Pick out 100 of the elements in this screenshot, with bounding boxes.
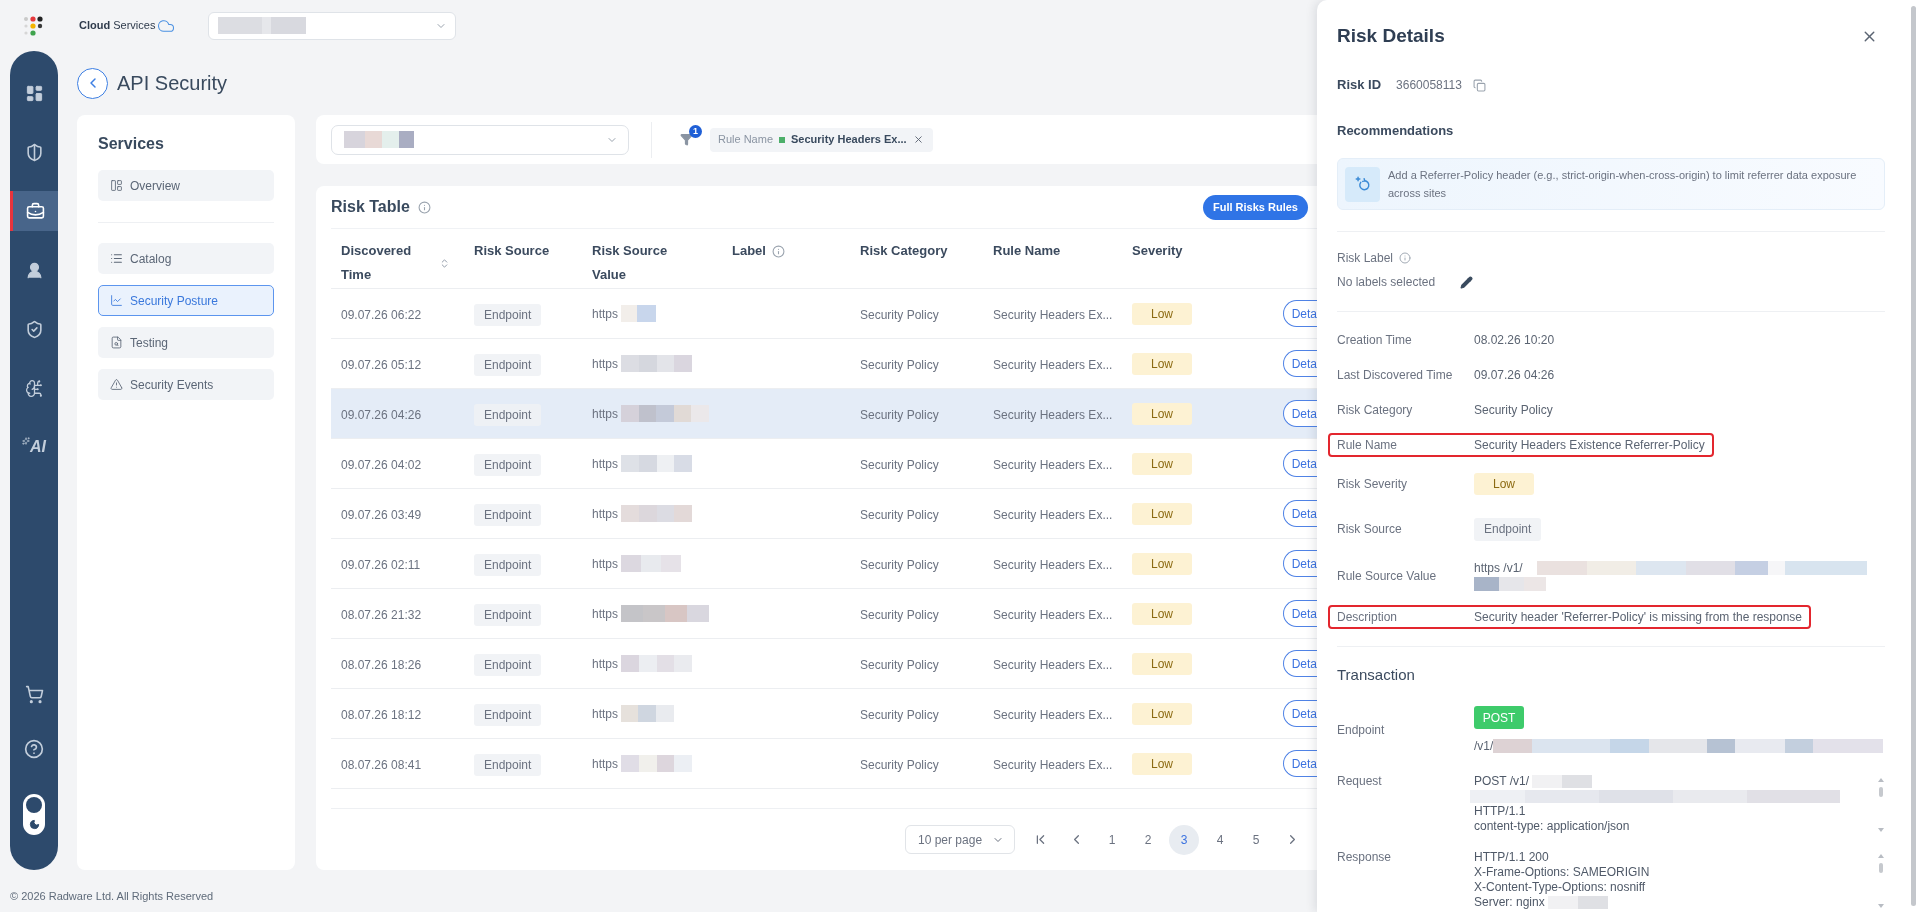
timestamp-text: 09.07.26 03:49 [341, 507, 422, 522]
details-button[interactable]: Deta [1282, 650, 1317, 677]
risk-category-text: Security Policy [860, 457, 939, 472]
severity-badge: Low [1132, 552, 1192, 575]
nav-button[interactable] [10, 191, 58, 231]
timestamp-text: 09.07.26 02:11 [341, 557, 421, 572]
scroll-down-icon[interactable] [1878, 828, 1884, 832]
dashboard-icon [24, 83, 44, 103]
field-value: Security header 'Referrer-Policy' is missing from the response [1474, 608, 1803, 626]
scrollbar-thumb[interactable] [1911, 6, 1916, 906]
rule-name-text: Security Headers Ex... [993, 357, 1113, 372]
theme-toggle[interactable] [23, 794, 45, 835]
field-value: 08.02.26 10:20 [1474, 331, 1555, 349]
chip-value: Security Headers Ex... [791, 132, 907, 148]
field-label: Risk Source [1337, 521, 1403, 538]
info-icon [1399, 252, 1412, 264]
risk-id-value: 3660058113 [1396, 77, 1462, 94]
page-button[interactable]: 4 [1205, 824, 1235, 855]
field-value: No labels selected [1337, 274, 1436, 291]
details-button[interactable]: Deta [1282, 500, 1317, 527]
page-button[interactable]: 2 [1133, 824, 1163, 855]
url-text: https [592, 355, 618, 373]
logo-text: Cloud Services [79, 18, 156, 34]
back-button[interactable] [77, 67, 108, 99]
briefcase-icon [26, 201, 45, 221]
page-button[interactable]: 1 [1097, 824, 1127, 855]
column-header: Risk Category [860, 242, 948, 260]
severity-badge: Low [1132, 702, 1192, 725]
recommendation-text: Add a Referrer-Policy header (e.g., strict-origin-when-cross-origin) to limit referrer data exposure across sites [1388, 168, 1858, 201]
scroll-thumb[interactable] [1879, 787, 1883, 797]
details-button[interactable]: Deta [1282, 450, 1317, 477]
details-button[interactable]: Deta [1282, 400, 1317, 427]
source-tag: Endpoint [474, 553, 542, 576]
service-nav-item[interactable]: Overview [98, 170, 274, 201]
severity-badge: Low [1132, 452, 1192, 475]
code-line: HTTP/1.1 [1474, 804, 1526, 819]
column-header: Risk Source [474, 242, 550, 260]
page-button[interactable]: 3 [1169, 824, 1199, 855]
scroll-thumb[interactable] [1879, 863, 1883, 873]
service-nav-item[interactable]: Testing [98, 327, 274, 358]
method-badge: POST [1474, 706, 1524, 729]
rule-name-text: Security Headers Ex... [993, 707, 1113, 722]
rule-name-text: Security Headers Ex... [993, 457, 1113, 472]
filter-button[interactable] [679, 131, 693, 148]
severity-badge: Low [1132, 352, 1192, 375]
page-size-select[interactable]: 10 per page [905, 825, 1015, 854]
remove-filter-button[interactable] [912, 133, 925, 146]
file-search-icon [110, 336, 123, 349]
field-value: https /v1/ [1474, 559, 1523, 577]
url-text: https [592, 505, 618, 523]
severity-badge: Low [1132, 302, 1192, 325]
column-header: Rule Name [993, 242, 1061, 260]
rule-name-text: Security Headers Ex... [993, 407, 1113, 422]
nav-button[interactable]: AI [10, 427, 58, 467]
line-chart-icon [110, 294, 123, 307]
scroll-up-icon[interactable] [1878, 778, 1884, 782]
full-risks-rules-button[interactable]: Full Risks Rules [1203, 194, 1308, 220]
field-label: Rule Name [1337, 436, 1399, 454]
service-nav-item[interactable]: Security Posture [98, 285, 274, 316]
panel-title: Services [98, 134, 165, 154]
field-label: Risk Category [1337, 401, 1414, 419]
field-value: Security Headers Existence Referrer-Policy [1474, 436, 1705, 454]
url-text: https [592, 755, 618, 773]
copy-button[interactable] [1471, 77, 1487, 93]
page-title: API Security [117, 71, 228, 96]
service-nav-item[interactable]: Security Events [98, 369, 274, 400]
details-button[interactable]: Deta [1282, 700, 1317, 727]
help-icon [24, 739, 44, 759]
code-line: X-Frame-Options: SAMEORIGIN [1474, 865, 1650, 880]
count-badge: 1 [689, 124, 702, 138]
details-button[interactable]: Deta [1282, 550, 1317, 577]
details-button[interactable]: Deta [1282, 750, 1317, 777]
sort-icon[interactable] [439, 258, 450, 269]
field-label: Endpoint [1337, 722, 1386, 739]
column-header: Label [732, 242, 766, 260]
source-tag: Endpoint [1474, 517, 1542, 541]
field-label: Risk Severity [1337, 476, 1408, 493]
field-label: Risk ID [1337, 76, 1382, 95]
code-line: Server: nginx [1474, 895, 1545, 910]
timestamp-text: 09.07.26 04:02 [341, 457, 422, 472]
table-row[interactable]: 09.07.26 04:26 Endpoint https Security Policy Security Headers Ex... Low Deta [331, 389, 1317, 439]
service-nav-item[interactable]: Catalog [98, 243, 274, 274]
details-button[interactable]: Deta [1282, 350, 1317, 377]
scroll-up-icon[interactable] [1878, 854, 1884, 858]
url-text: https [592, 555, 618, 573]
copyright-text: © 2026 Radware Ltd. All Rights Reserved [10, 889, 214, 904]
pencil-icon [1459, 275, 1473, 289]
scope-select[interactable] [331, 124, 629, 155]
url-text: https [592, 305, 618, 323]
page-button[interactable]: 5 [1241, 824, 1271, 855]
source-tag: Endpoint [474, 403, 542, 426]
severity-badge: Low [1132, 752, 1192, 775]
timestamp-text: 09.07.26 04:26 [341, 407, 422, 422]
scroll-down-icon[interactable] [1878, 904, 1884, 908]
timestamp-text: 09.07.26 06:22 [341, 307, 422, 322]
details-button[interactable]: Deta [1282, 300, 1317, 327]
details-button[interactable]: Deta [1282, 600, 1317, 627]
rule-name-text: Security Headers Ex... [993, 557, 1113, 572]
edit-button[interactable] [1459, 275, 1474, 289]
cart-icon [24, 684, 44, 704]
